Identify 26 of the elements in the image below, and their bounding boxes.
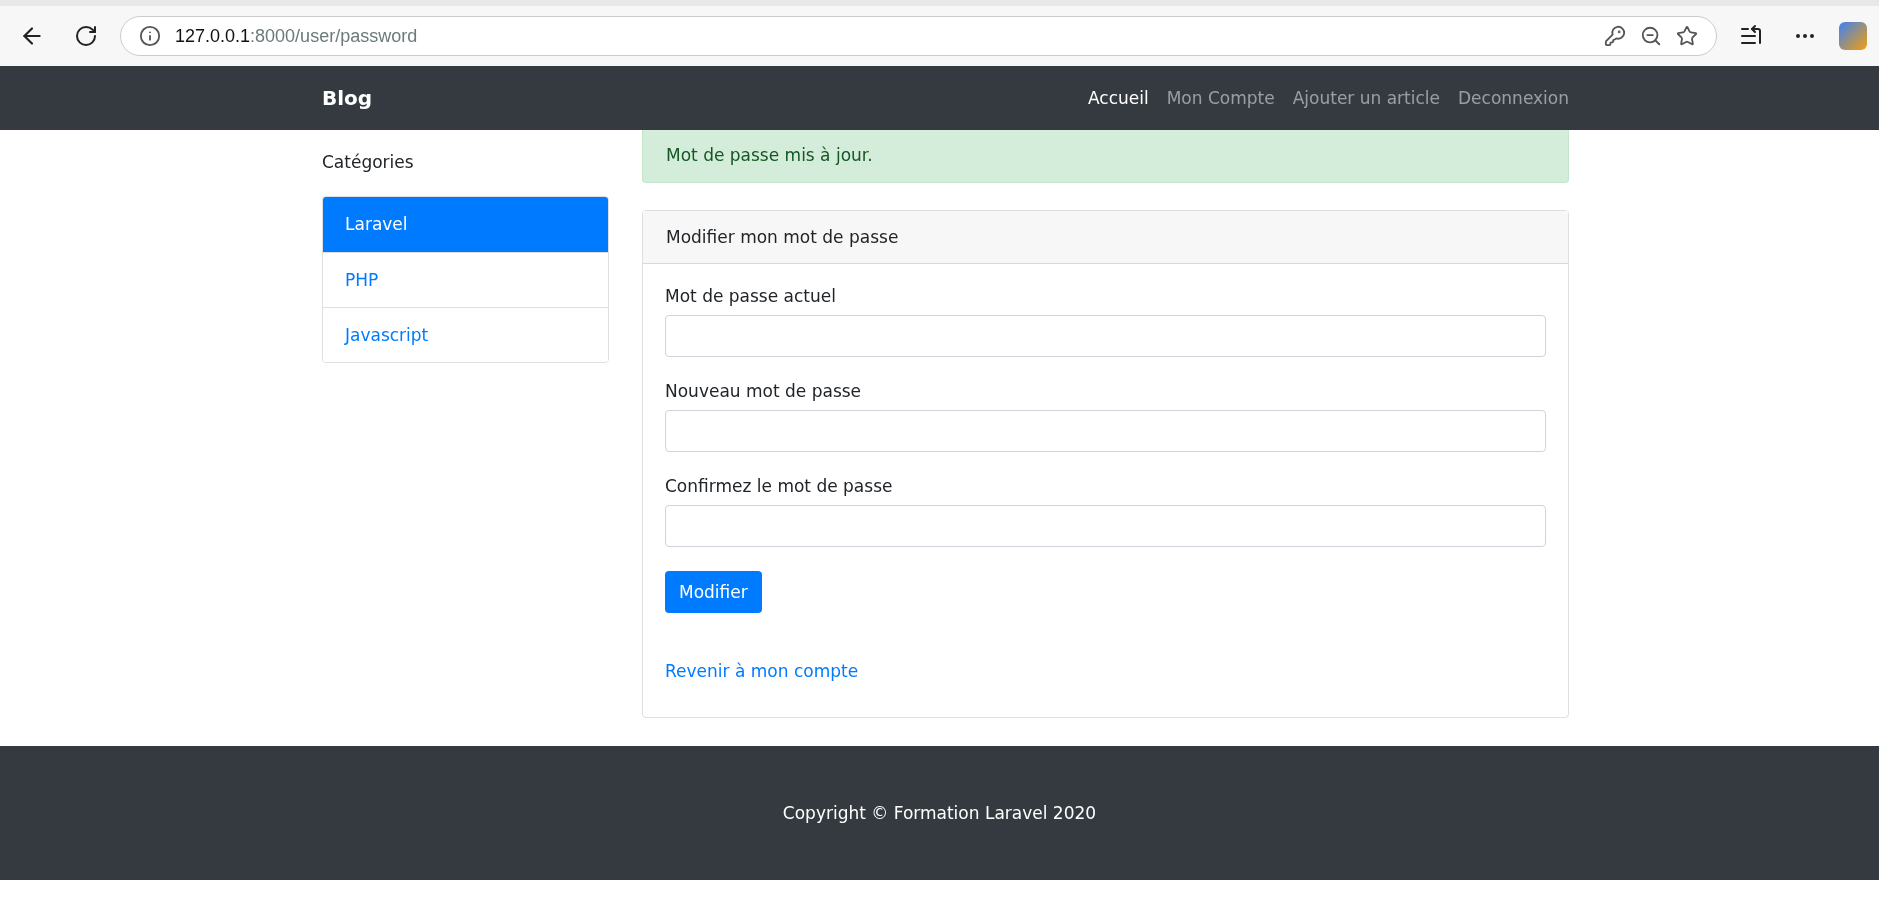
- copyright-text: Copyright © Formation Laravel 2020: [782, 803, 1097, 823]
- info-icon[interactable]: [139, 25, 161, 47]
- nav-link[interactable]: Mon Compte: [1166, 88, 1275, 108]
- star-icon[interactable]: [1676, 25, 1698, 47]
- field-label: Nouveau mot de passe: [665, 381, 863, 401]
- category-item[interactable]: Laravel: [323, 197, 608, 252]
- category-item[interactable]: Javascript: [323, 307, 608, 362]
- success-alert: Mot de passe mis à jour.: [642, 130, 1569, 183]
- app-logo-icon[interactable]: [1839, 22, 1867, 50]
- field-label: Confirmez le mot de passe: [665, 476, 894, 496]
- key-icon[interactable]: [1604, 25, 1626, 47]
- url-text: 127.0.0.1:8000/user/password: [175, 25, 419, 47]
- sidebar-title: Catégories: [322, 151, 415, 174]
- password-field[interactable]: [665, 505, 1546, 547]
- brand-title[interactable]: Blog: [322, 86, 373, 110]
- zoom-out-icon[interactable]: [1640, 25, 1662, 47]
- nav-link[interactable]: Ajouter un article: [1292, 88, 1441, 108]
- field-label: Mot de passe actuel: [665, 286, 837, 306]
- nav-link[interactable]: Deconnexion: [1458, 88, 1569, 108]
- back-link[interactable]: Revenir à mon compte: [665, 661, 859, 681]
- password-field[interactable]: [665, 315, 1546, 357]
- password-field[interactable]: [665, 410, 1546, 452]
- card-header: Modifier mon mot de passe: [643, 211, 1568, 264]
- address-bar[interactable]: 127.0.0.1:8000/user/password: [120, 16, 1717, 56]
- submit-button[interactable]: Modifier: [665, 571, 762, 613]
- nav-link[interactable]: Accueil: [1088, 88, 1149, 108]
